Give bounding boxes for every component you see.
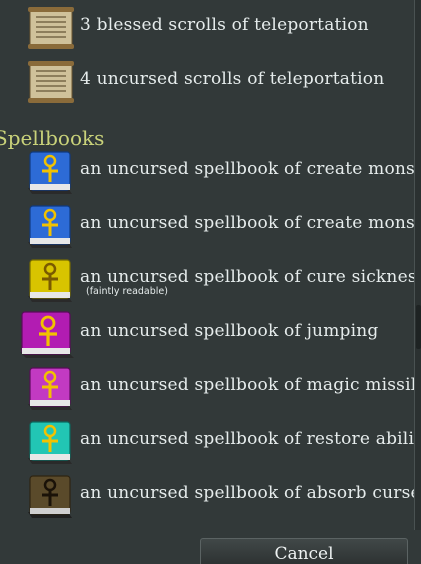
cancel-button[interactable]: Cancel [200,538,408,564]
inventory-menu: 3 blessed scrolls of teleportation 4 unc… [0,0,421,564]
inventory-item-spellbook[interactable]: an uncursed spellbook of create monster [0,200,421,252]
inventory-item-spellbook[interactable]: an uncursed spellbook of absorb curse [0,470,421,522]
blue-spellbook-icon [24,202,74,250]
scroll-icon [26,58,76,106]
inventory-item-spellbook[interactable]: an uncursed spellbook of restore ability [0,416,421,468]
item-label: an uncursed spellbook of cure sickness [80,267,421,287]
item-label: an uncursed spellbook of create monster [80,159,421,179]
brown-spellbook-icon [24,472,74,520]
cyan-spellbook-icon [24,418,74,466]
item-label: an uncursed spellbook of restore ability [80,429,421,449]
item-label: 3 blessed scrolls of teleportation [80,15,369,35]
blue-spellbook-icon [24,148,74,196]
inventory-item-spellbook[interactable]: an uncursed spellbook of magic missile [0,362,421,414]
inventory-item-scroll[interactable]: 4 uncursed scrolls of teleportation [0,56,412,108]
item-label: an uncursed spellbook of jumping [80,321,379,341]
item-label: an uncursed spellbook of magic missile [80,375,421,395]
magenta-spellbook-icon [18,310,76,358]
scrollbar-track[interactable] [415,0,421,530]
item-sublabel: (faintly readable) [86,286,168,297]
scroll-icon [26,4,76,52]
inventory-item-scroll[interactable]: 3 blessed scrolls of teleportation [0,2,412,54]
item-label: an uncursed spellbook of absorb curse [80,483,421,503]
scrollbar-thumb[interactable] [416,305,421,349]
item-label: 4 uncursed scrolls of teleportation [80,69,385,89]
yellow-spellbook-icon [24,256,74,304]
inventory-item-spellbook[interactable]: an uncursed spellbook of create monster [0,146,421,198]
magenta-spellbook-icon [24,364,74,412]
inventory-item-spellbook[interactable]: an uncursed spellbook of cure sickness (… [0,254,421,306]
item-label: an uncursed spellbook of create monster [80,213,421,233]
inventory-item-spellbook[interactable]: an uncursed spellbook of jumping [0,308,412,360]
